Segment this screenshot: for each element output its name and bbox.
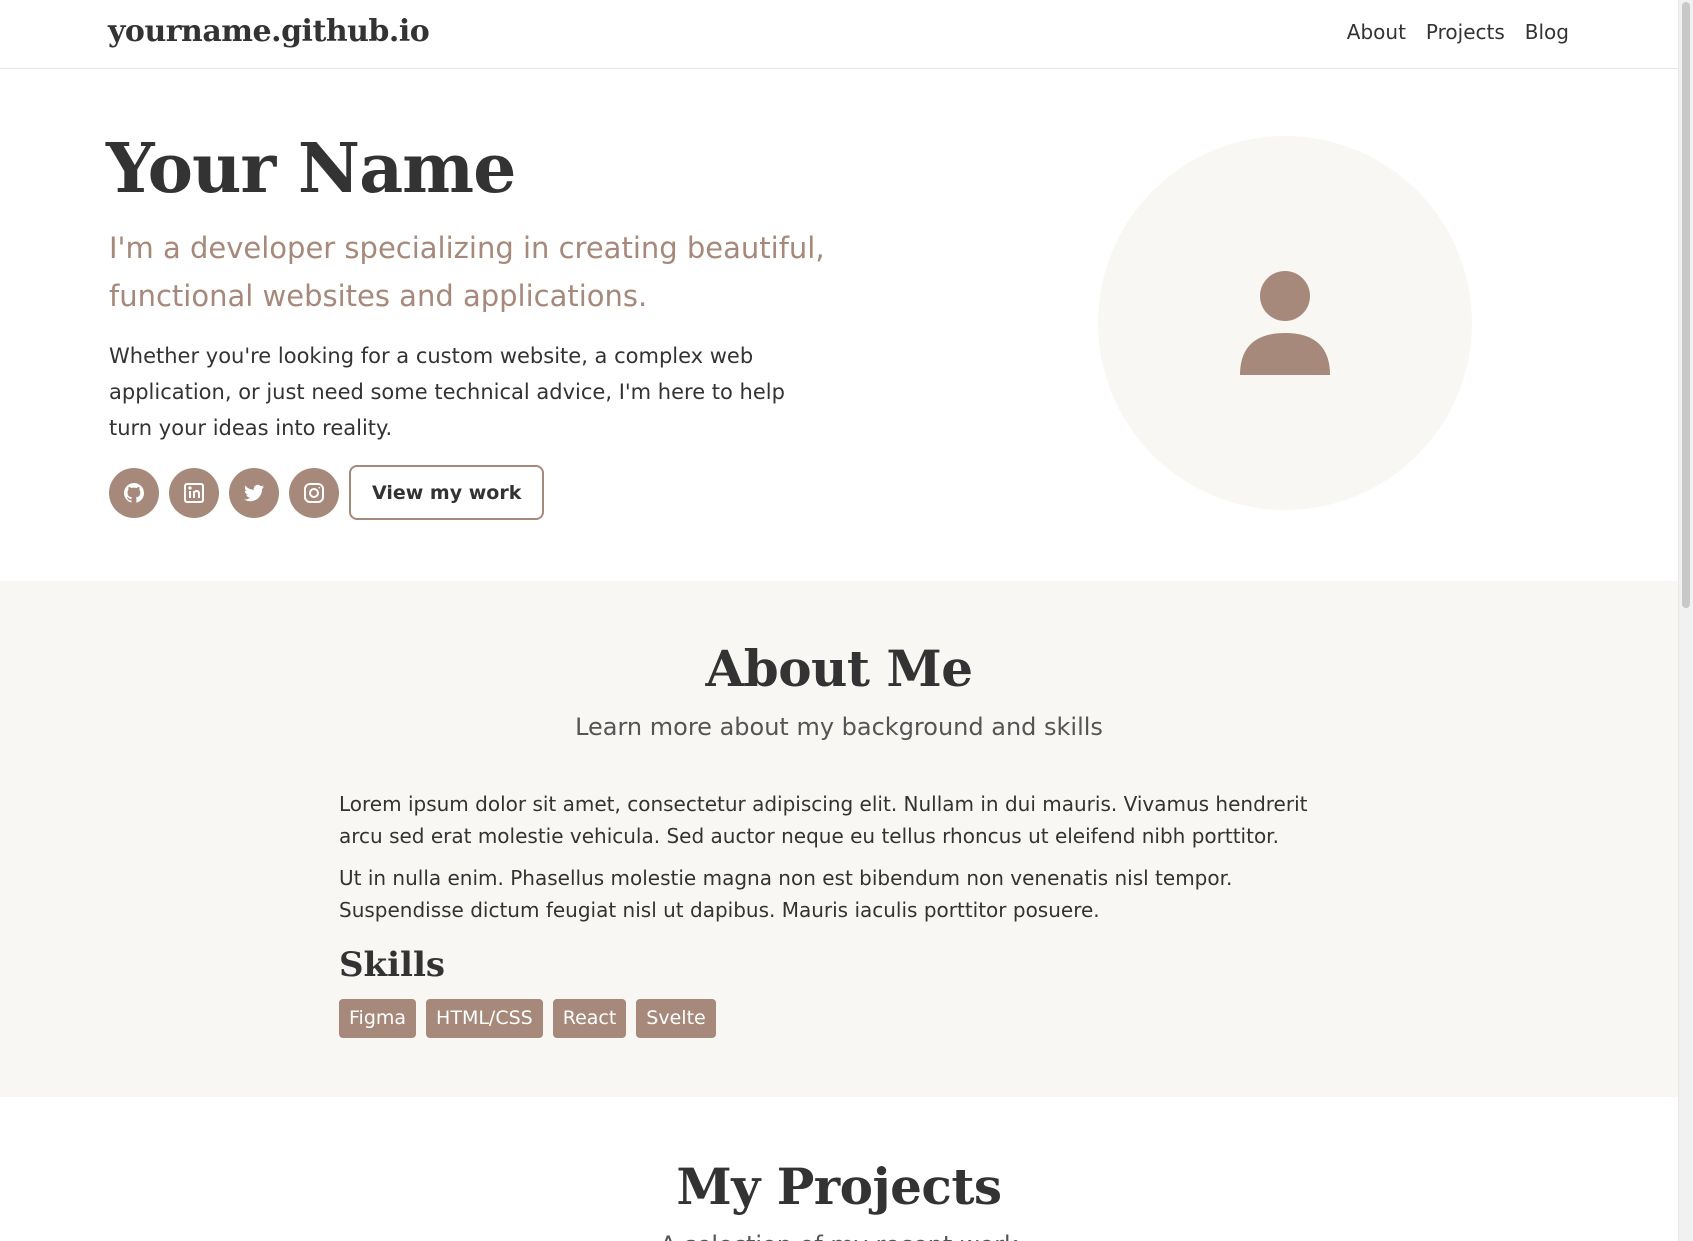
hero-actions: View my work	[109, 465, 545, 520]
page: yourname.github.io About Projects Blog Y…	[0, 0, 1678, 1241]
nav-link-about[interactable]: About	[1347, 20, 1406, 44]
view-my-work-button[interactable]: View my work	[349, 465, 545, 520]
github-icon	[124, 482, 145, 503]
projects-section: My Projects A selection of my recent wor…	[0, 1097, 1678, 1241]
skill-tag-html-css: HTML/CSS	[426, 999, 543, 1038]
hero-description: Whether you're looking for a custom webs…	[109, 344, 785, 440]
nav-link-projects[interactable]: Projects	[1426, 20, 1505, 44]
hero-section: Your Name I'm a developer specializing i…	[0, 70, 1678, 581]
skill-tag-svelte: Svelte	[636, 999, 716, 1038]
avatar	[1098, 136, 1472, 510]
twitter-link[interactable]	[229, 467, 279, 518]
hero-title: Your Name	[106, 129, 516, 209]
hero-subtitle: I'm a developer specializing in creating…	[109, 231, 825, 313]
user-icon	[1240, 271, 1330, 375]
about-subtitle: Learn more about my background and skill…	[575, 713, 1103, 741]
skills-list: Figma HTML/CSS React Svelte	[339, 999, 716, 1038]
instagram-icon	[304, 482, 324, 503]
scrollbar-thumb[interactable]	[1682, 2, 1690, 608]
twitter-icon	[244, 484, 264, 501]
linkedin-icon	[184, 482, 204, 503]
nav-link-blog[interactable]: Blog	[1525, 20, 1569, 44]
instagram-link[interactable]	[289, 467, 339, 518]
skill-tag-react: React	[552, 999, 627, 1038]
skill-tag-figma: Figma	[339, 999, 417, 1038]
projects-title: My Projects	[676, 1157, 1002, 1216]
about-section: About Me Learn more about my background …	[0, 581, 1678, 1097]
vertical-scrollbar[interactable]	[1678, 0, 1693, 1241]
about-body: Lorem ipsum dolor sit amet, consectetur …	[339, 788, 1339, 936]
about-title: About Me	[705, 639, 973, 698]
main-nav: About Projects Blog	[1347, 20, 1569, 44]
about-paragraph: Ut in nulla enim. Phasellus molestie mag…	[339, 866, 1233, 922]
github-link[interactable]	[109, 467, 159, 518]
site-logo[interactable]: yourname.github.io	[108, 14, 430, 49]
linkedin-link[interactable]	[169, 467, 219, 518]
about-paragraph: Lorem ipsum dolor sit amet, consectetur …	[339, 792, 1308, 848]
skills-title: Skills	[339, 945, 446, 985]
projects-subtitle: A selection of my recent work	[0, 1231, 1678, 1241]
site-header: yourname.github.io About Projects Blog	[0, 0, 1678, 69]
